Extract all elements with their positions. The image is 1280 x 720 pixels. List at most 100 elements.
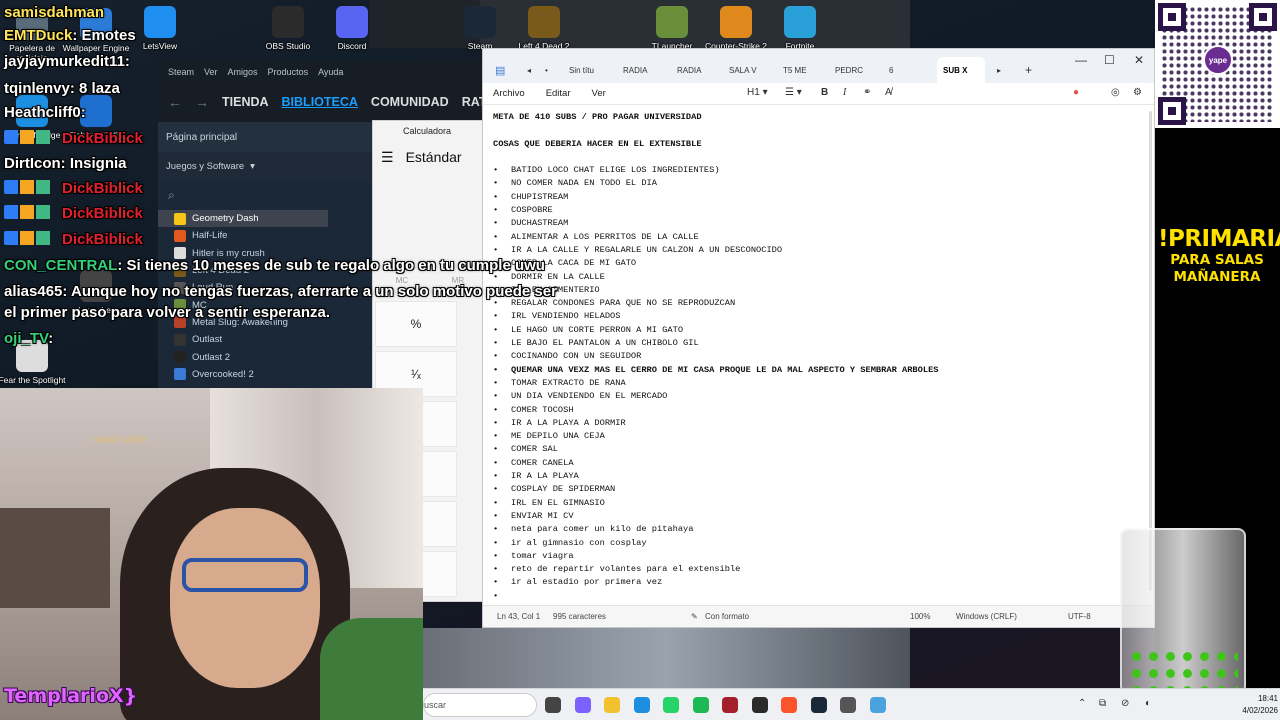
chat-username: tqinlenvy — [4, 80, 70, 97]
heading-level-dropdown[interactable]: H1 ▾ — [747, 87, 768, 98]
tab-active[interactable]: SUB X — [937, 57, 985, 83]
webcam-user-label: SNAP USER — [94, 435, 146, 445]
tab-scroll-right-icon[interactable]: ▸ — [991, 57, 1001, 83]
copilot-icon[interactable]: ● — [1073, 87, 1079, 98]
gear-icon[interactable]: ⚙ — [1133, 87, 1142, 98]
chat-message: Heathcliff0: — [4, 104, 86, 121]
qr-corner — [1158, 3, 1186, 31]
chat-badges-icon — [4, 180, 58, 194]
status-position: Ln 43, Col 1 — [497, 612, 541, 621]
format-icon: ✎ — [691, 612, 698, 621]
task-view-icon[interactable] — [545, 697, 561, 713]
status-chars: 995 caracteres — [553, 612, 606, 621]
taskbar-search-text: uscar — [424, 700, 447, 710]
list-item: • tomar viagra — [493, 550, 1143, 563]
taskbar-clock[interactable]: 18:41 4/02/2026 — [1233, 693, 1278, 717]
account-icon[interactable]: ◎ — [1111, 87, 1120, 98]
notepad-icon[interactable] — [869, 697, 886, 713]
line-text: QUEMAR UNA VEXZ MAS EL CERRO DE MI CASA … — [511, 364, 939, 375]
bullet-icon: • — [493, 391, 499, 402]
clear-format-icon[interactable]: A̸ — [885, 87, 892, 98]
list-item: • ME DEPILO UNA CEJA — [493, 430, 1143, 443]
line-text: COSPOBRE — [511, 205, 553, 216]
background-photo — [423, 628, 910, 688]
list-item: • IR A LA PLAYA — [493, 470, 1143, 483]
chat-badges-icon — [4, 231, 58, 245]
tab[interactable]: RADIA — [671, 57, 721, 83]
line-text: COSAS QUE DEBERIA HACER EN EL EXTENSIBLE — [493, 138, 702, 149]
line-text: ir al estadio por primera vez — [511, 577, 663, 588]
notepad-window[interactable]: ▤ ◂ • Sin títu RADIA RADIA SALA V T5 ME PEDRC… — [482, 48, 1155, 628]
edge-icon[interactable] — [633, 697, 650, 713]
notepad-scrollbar[interactable] — [1149, 111, 1152, 591]
notepad-text-area[interactable]: META DE 410 SUBS / PRO PAGAR UNIVERSIDAD… — [493, 111, 1143, 603]
bullet-icon: • — [493, 444, 499, 455]
list-item: • COMER CANELA — [493, 457, 1143, 470]
status-line-ending[interactable]: Windows (CRLF) — [956, 612, 1017, 621]
status-format[interactable]: Con formato — [705, 612, 749, 621]
bold-icon[interactable]: B — [821, 87, 828, 98]
wifi-off-icon[interactable]: ⊘ — [1121, 698, 1129, 709]
tab[interactable]: T5 ME — [777, 57, 827, 83]
list-item: • IRL EN EL GIMNASIO — [493, 497, 1143, 510]
chat-message: CON_CENTRAL: Si tienes 10 meses de sub t… — [4, 257, 545, 274]
game-red-icon[interactable] — [722, 697, 738, 713]
line-text: IR A LA CALLE Y REGALARLE UN CALZON A UN… — [511, 244, 783, 255]
list-item: • — [493, 590, 1143, 603]
new-tab-icon[interactable]: + — [1019, 57, 1032, 83]
tab[interactable]: RADIA — [617, 57, 667, 83]
tab[interactable]: 6 — [883, 57, 933, 83]
tab[interactable]: PEDRC — [829, 57, 879, 83]
chat-username: DickBiblick — [62, 231, 143, 248]
file-explorer-icon[interactable] — [604, 697, 620, 713]
text-line — [493, 124, 1143, 137]
tab-scroll-left-icon[interactable]: ◂ — [521, 57, 531, 83]
maximize-icon[interactable]: ☐ — [1104, 53, 1115, 67]
promo-title: !PRIMARIA — [1158, 226, 1280, 252]
desktop-icon[interactable]: Counter-Strike 2 — [700, 6, 772, 51]
chat-message: DickBiblick — [4, 180, 143, 197]
brave-icon[interactable] — [781, 697, 797, 713]
line-text: DUCHASTREAM — [511, 218, 569, 229]
menu-editar[interactable]: Editar — [546, 88, 571, 99]
copilot-icon[interactable] — [574, 697, 591, 713]
italic-icon[interactable]: I — [843, 87, 846, 98]
network-icon[interactable]: ⧉ — [1099, 698, 1106, 709]
desktop-icon[interactable]: Fortnite — [764, 6, 836, 51]
chat-username: CON_CENTRAL — [4, 257, 118, 274]
notepad-tabbar: ▤ ◂ • Sin títu RADIA RADIA SALA V T5 ME PEDRC… — [483, 49, 1154, 83]
app-icon — [528, 6, 560, 38]
list-item: • ENVIAR MI CV — [493, 510, 1143, 523]
line-text: ENVIAR MI CV — [511, 510, 574, 521]
minimize-icon[interactable]: — — [1075, 53, 1087, 67]
list-item: • IRL EN CEMENTERIO — [493, 284, 1143, 297]
list-icon[interactable]: ☰ ▾ — [785, 87, 802, 98]
desktop-icon[interactable]: TLauncher — [636, 6, 708, 51]
status-zoom[interactable]: 100% — [910, 612, 930, 621]
chat-separator: : — [69, 80, 80, 97]
text-line: META DE 410 SUBS / PRO PAGAR UNIVERSIDAD — [493, 111, 1143, 124]
calculator-icon[interactable] — [840, 697, 856, 713]
bullet-icon: • — [493, 484, 499, 495]
spotify-icon[interactable] — [692, 697, 709, 713]
volume-icon[interactable]: ◐ — [1145, 698, 1151, 709]
chat-separator: : — [124, 53, 130, 70]
tab[interactable]: Sin títu — [563, 57, 613, 83]
list-item: • IRL VENDIENDO HELADOS — [493, 310, 1143, 323]
steam-icon[interactable] — [810, 697, 827, 713]
chat-separator: : — [48, 330, 54, 347]
tab-close-icon[interactable]: • — [539, 57, 548, 83]
tab[interactable]: SALA V — [723, 57, 773, 83]
close-icon[interactable]: ✕ — [1134, 53, 1144, 67]
taskbar-search[interactable]: uscar — [423, 693, 537, 717]
obs-icon[interactable] — [751, 697, 768, 713]
whatsapp-icon[interactable] — [663, 697, 679, 713]
chat-username: alias465 — [4, 283, 63, 300]
chat-message: jayjaymurkedit11: — [4, 53, 130, 70]
chevron-up-icon[interactable]: ⌃ — [1078, 698, 1086, 709]
link-icon[interactable]: ⚭ — [863, 87, 871, 98]
chat-username: Heathcliff0 — [4, 104, 81, 121]
menu-ver[interactable]: Ver — [592, 88, 606, 99]
desktop-icon[interactable]: Left 4 Dead 2 — [508, 6, 580, 51]
status-encoding[interactable]: UTF-8 — [1068, 612, 1091, 621]
